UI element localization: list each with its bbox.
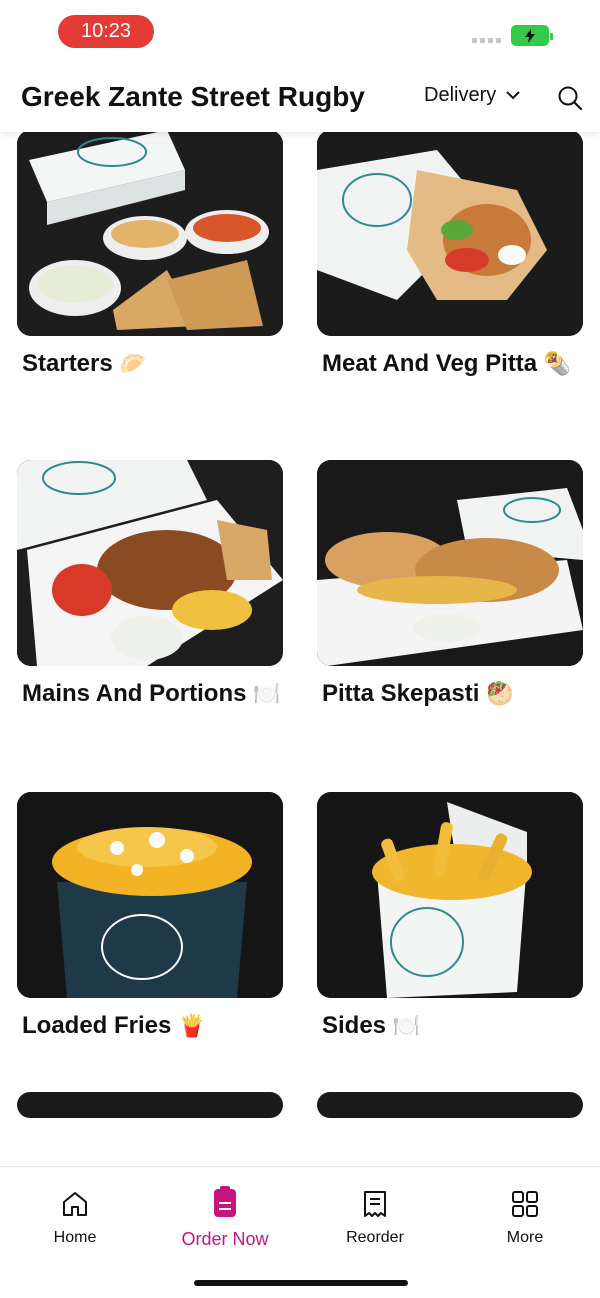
category-card-partial[interactable] <box>317 1092 583 1118</box>
order-icon <box>214 1186 236 1217</box>
battery-icon <box>511 25 553 46</box>
category-image <box>17 132 283 336</box>
flatbread-icon: 🥙 <box>486 681 514 706</box>
nav-more[interactable]: More <box>465 1189 585 1247</box>
home-indicator <box>194 1280 408 1286</box>
category-card-loaded-fries[interactable]: Loaded Fries 🍟 <box>17 792 283 1043</box>
category-card-starters[interactable]: Starters 🥟 <box>17 132 283 381</box>
burrito-icon: 🌯 <box>543 351 572 376</box>
signal-icon <box>472 38 501 43</box>
category-image <box>317 792 583 998</box>
plate-icon: 🍽️ <box>253 681 281 706</box>
delivery-mode-dropdown[interactable]: Delivery <box>424 84 520 107</box>
category-label: Pitta Skepasti <box>322 680 480 707</box>
category-card-pitta-skepasti[interactable]: Pitta Skepasti 🥙 <box>317 460 583 711</box>
chevron-down-icon <box>506 91 520 100</box>
delivery-mode-label: Delivery <box>424 84 497 106</box>
category-card-sides[interactable]: Sides 🍽️ <box>317 792 583 1043</box>
nav-home[interactable]: Home <box>15 1189 135 1247</box>
category-image <box>317 132 583 336</box>
category-card-partial[interactable] <box>17 1092 283 1118</box>
nav-reorder[interactable]: Reorder <box>315 1189 435 1247</box>
category-grid: Starters 🥟 Meat And Veg Pitta 🌯 Mains An… <box>0 132 600 1166</box>
category-image <box>317 1092 583 1118</box>
nav-label: Home <box>53 1229 97 1246</box>
status-time: 10:23 <box>58 15 154 48</box>
category-image <box>17 460 283 666</box>
category-card-meat-and-veg-pitta[interactable]: Meat And Veg Pitta 🌯 <box>317 132 583 381</box>
search-button[interactable] <box>556 84 584 112</box>
category-label: Starters <box>22 350 113 377</box>
grid-icon <box>512 1191 538 1217</box>
plate-icon: 🍽️ <box>392 1013 421 1038</box>
nav-label: Reorder <box>346 1229 404 1246</box>
receipt-icon <box>364 1191 386 1217</box>
category-card-mains-and-portions[interactable]: Mains And Portions 🍽️ <box>17 460 283 711</box>
category-label: Loaded Fries <box>22 1012 172 1039</box>
nav-label: More <box>506 1229 544 1246</box>
dumpling-icon: 🥟 <box>119 351 147 376</box>
app-header: Greek Zante Street Rugby Delivery <box>0 66 600 132</box>
search-icon <box>558 86 583 111</box>
category-label: Sides <box>322 1012 387 1039</box>
category-image <box>17 1092 283 1118</box>
fries-icon: 🍟 <box>178 1013 206 1038</box>
store-title: Greek Zante Street Rugby <box>21 81 365 112</box>
category-label: Meat And Veg Pitta <box>322 350 538 377</box>
status-bar: 10:23 <box>0 0 600 66</box>
category-label: Mains And Portions <box>22 680 247 707</box>
nav-order-now[interactable]: Order Now <box>165 1185 285 1250</box>
nav-label: Order Now <box>181 1229 269 1249</box>
home-icon <box>63 1192 87 1216</box>
category-image <box>317 460 583 666</box>
bottom-nav: Home Order Now Reorder More <box>0 1166 600 1298</box>
category-image <box>17 792 283 998</box>
